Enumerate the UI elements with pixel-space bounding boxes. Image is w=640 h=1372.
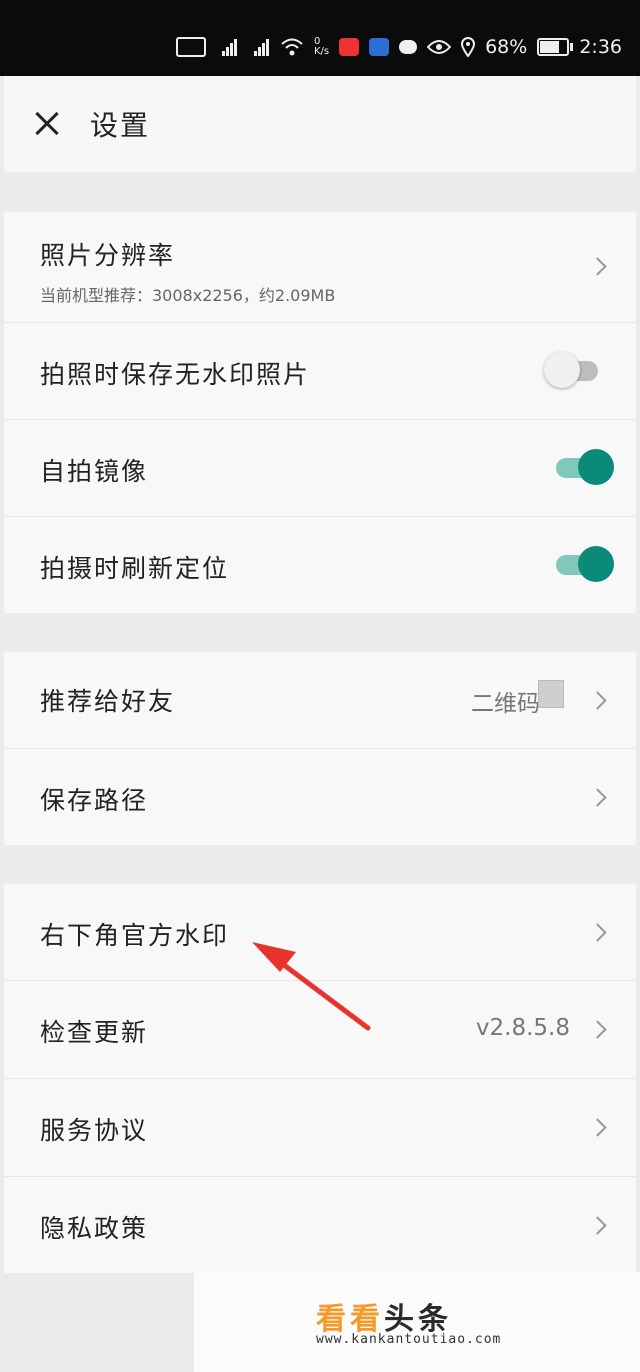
row-subtitle: 当前机型推荐：3008x2256，约2.09MB xyxy=(40,286,336,305)
wifi-icon xyxy=(281,38,303,56)
settings-header: 设置 xyxy=(4,76,636,172)
nfc-icon xyxy=(175,37,206,57)
row-privacy-policy[interactable]: 隐私政策 xyxy=(4,1177,636,1273)
source-watermark: 看看头条 www.kankantoutiao.com xyxy=(194,1272,640,1372)
row-label: 服务协议 xyxy=(40,1116,149,1145)
qr-code-icon xyxy=(538,680,564,708)
app-notification-icon-2 xyxy=(369,38,390,56)
watermark-url: www.kankantoutiao.com xyxy=(316,1332,502,1347)
toggle-switch[interactable] xyxy=(556,449,614,485)
toggle-knob xyxy=(544,352,580,388)
status-bar: 0 K/s 68% 2:36 xyxy=(0,0,640,76)
version-value: v2.8.5.8 xyxy=(475,1015,570,1041)
row-refresh-location[interactable]: 拍摄时刷新定位 xyxy=(4,517,636,613)
location-icon xyxy=(461,37,476,57)
toggle-switch[interactable] xyxy=(556,546,614,582)
settings-group-share: 推荐给好友 二维码 保存路径 xyxy=(4,652,636,845)
row-label: 拍照时保存无水印照片 xyxy=(40,360,311,389)
row-label: 隐私政策 xyxy=(40,1214,149,1243)
close-button[interactable] xyxy=(28,97,82,151)
row-label: 推荐给好友 xyxy=(40,687,176,716)
chevron-right-icon xyxy=(588,923,607,942)
chevron-right-icon xyxy=(588,257,607,276)
eye-icon xyxy=(427,40,452,54)
signal-icon-2 xyxy=(248,38,270,56)
row-selfie-mirror[interactable]: 自拍镜像 xyxy=(4,420,636,517)
app-notification-icon xyxy=(339,38,360,56)
signal-icon-1 xyxy=(216,38,238,56)
chevron-right-icon xyxy=(588,1118,607,1137)
row-save-path[interactable]: 保存路径 xyxy=(4,749,636,845)
row-label: 检查更新 xyxy=(40,1018,149,1047)
row-label: 照片分辨率 xyxy=(40,241,176,270)
toggle-switch[interactable] xyxy=(544,352,598,388)
row-label: 拍摄时刷新定位 xyxy=(40,554,230,583)
battery-percent: 68% xyxy=(485,36,528,58)
row-photo-resolution[interactable]: 照片分辨率 当前机型推荐：3008x2256，约2.09MB xyxy=(4,212,636,323)
settings-group-about: 右下角官方水印 检查更新 v2.8.5.8 服务协议 隐私政策 xyxy=(4,884,636,1273)
row-label: 保存路径 xyxy=(40,786,149,815)
row-recommend-to-friend[interactable]: 推荐给好友 二维码 xyxy=(4,652,636,749)
row-save-without-watermark[interactable]: 拍照时保存无水印照片 xyxy=(4,323,636,420)
chevron-right-icon xyxy=(588,1020,607,1039)
page-title: 设置 xyxy=(90,109,151,142)
row-official-watermark[interactable]: 右下角官方水印 xyxy=(4,884,636,981)
settings-group-camera: 照片分辨率 当前机型推荐：3008x2256，约2.09MB 拍照时保存无水印照… xyxy=(4,212,636,613)
clock: 2:36 xyxy=(579,36,622,58)
row-value: 二维码 xyxy=(471,691,540,717)
chevron-right-icon xyxy=(588,788,607,807)
row-label: 右下角官方水印 xyxy=(40,921,230,950)
chevron-right-icon xyxy=(588,1216,607,1235)
row-label: 自拍镜像 xyxy=(40,457,149,486)
row-service-agreement[interactable]: 服务协议 xyxy=(4,1079,636,1177)
battery-icon xyxy=(537,38,574,56)
toggle-knob xyxy=(578,449,614,485)
network-speed: 0 K/s xyxy=(313,36,330,57)
toggle-knob xyxy=(578,546,614,582)
row-check-update[interactable]: 检查更新 v2.8.5.8 xyxy=(4,981,636,1079)
chevron-right-icon xyxy=(588,691,607,710)
chat-bubble-icon xyxy=(399,40,418,54)
